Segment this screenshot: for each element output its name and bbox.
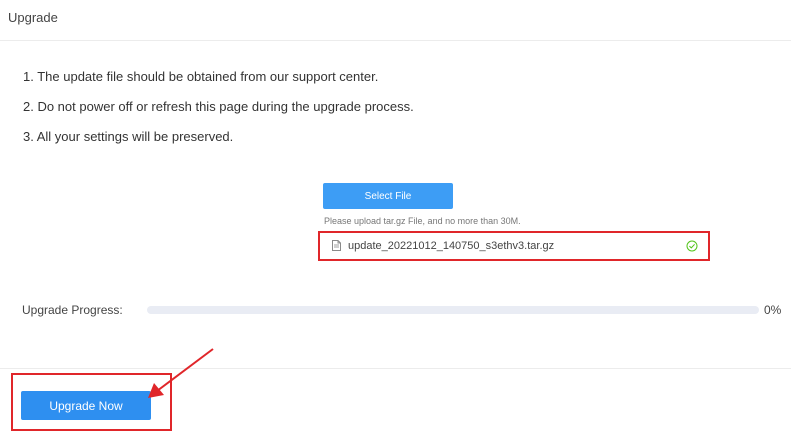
check-circle-icon — [686, 240, 698, 252]
upload-hint: Please upload tar.gz File, and no more t… — [324, 216, 521, 226]
note-item: 3. All your settings will be preserved. — [23, 129, 234, 144]
file-name: update_20221012_140750_s3ethv3.tar.gz — [348, 240, 555, 252]
page-header: Upgrade — [0, 0, 791, 41]
note-item: 1. The update file should be obtained fr… — [23, 69, 379, 84]
upgrade-now-button[interactable]: Upgrade Now — [21, 391, 151, 420]
note-item: 2. Do not power off or refresh this page… — [23, 99, 414, 114]
page-title: Upgrade — [8, 10, 58, 25]
select-file-button[interactable]: Select File — [323, 183, 453, 209]
upgrade-progress-bar — [147, 306, 759, 314]
divider — [0, 368, 791, 369]
progress-label: Upgrade Progress: — [22, 303, 123, 317]
selected-file-row: update_20221012_140750_s3ethv3.tar.gz — [318, 231, 710, 261]
progress-percent: 0% — [764, 303, 782, 317]
upgrade-page: Upgrade 1. The update file should be obt… — [0, 0, 791, 434]
file-icon — [332, 240, 341, 251]
upgrade-notes: 1. The update file should be obtained fr… — [23, 68, 414, 158]
